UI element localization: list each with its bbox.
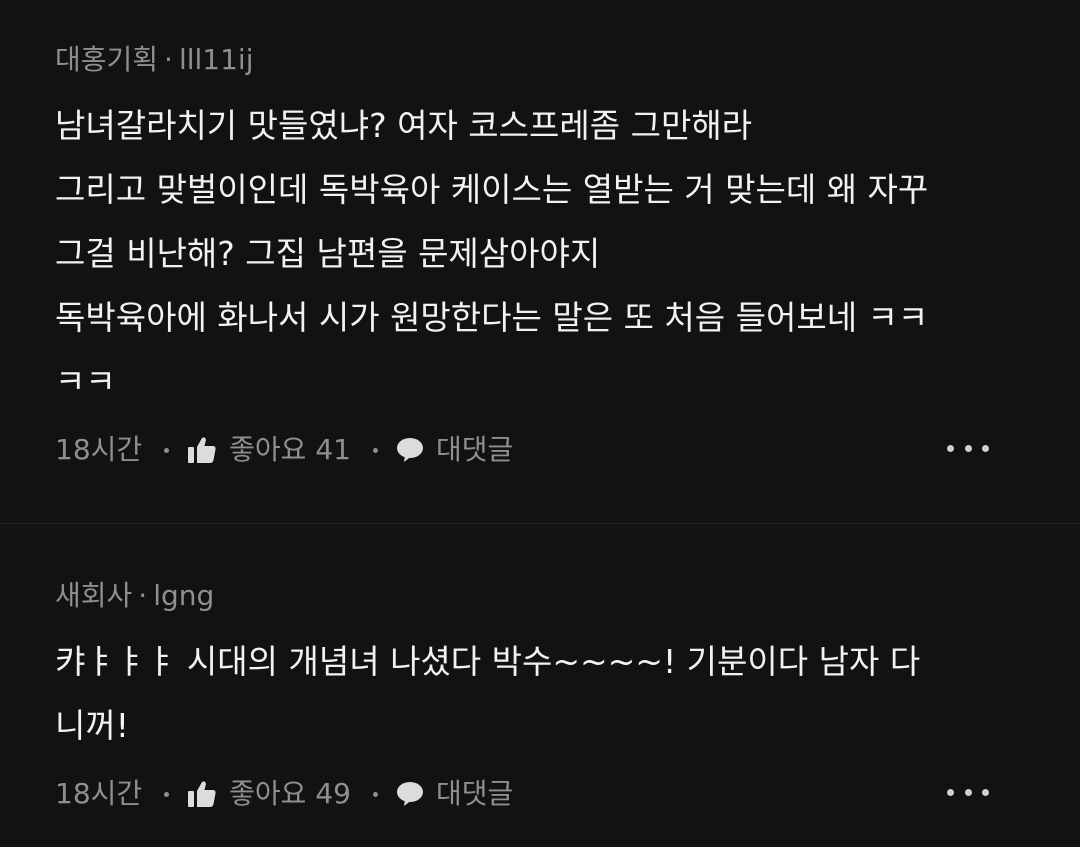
- more-dots-icon: [947, 788, 954, 796]
- like-count-label: 좋아요 41: [229, 433, 351, 466]
- thumbs-up-icon: [188, 781, 216, 807]
- meta-separator: ·: [164, 43, 173, 76]
- action-separator: [164, 447, 170, 453]
- comment-timestamp: 18시간: [55, 777, 143, 810]
- comment-line: 남녀갈라치기 맛들였냐? 여자 코스프레좀 그만해라: [55, 106, 753, 145]
- comment-line: 캬ㅑㅑㅑ 시대의 개념녀 나셨다 박수~~~~! 기분이다 남자 다: [55, 642, 921, 681]
- more-dots-icon: [982, 788, 989, 796]
- speech-bubble-icon: [396, 438, 423, 462]
- comment-author-line: 새회사 · lgng: [55, 576, 1040, 616]
- like-button[interactable]: 좋아요 41: [187, 428, 351, 472]
- comment-actions: 18시간 좋아요 41 대댓글: [55, 428, 1040, 472]
- more-dots-icon: [964, 444, 972, 452]
- reply-label: 대댓글: [435, 777, 514, 810]
- like-button[interactable]: 좋아요 49: [187, 772, 351, 816]
- comment-line: 그걸 비난해? 그집 남편을 문제삼아야지: [55, 234, 601, 273]
- reply-button[interactable]: 대댓글: [396, 428, 513, 472]
- comment-actions: 18시간 좋아요 49 대댓글: [55, 772, 1040, 816]
- action-separator: [164, 791, 170, 797]
- more-options-button[interactable]: [947, 442, 989, 454]
- like-count-label: 좋아요 49: [229, 777, 351, 810]
- more-dots-icon: [947, 444, 954, 452]
- speech-bubble-icon: [396, 782, 423, 806]
- author-username[interactable]: lll11ij: [179, 43, 254, 76]
- comment-card: 대홍기획 · lll11ij 남녀갈라치기 맛들였냐? 여자 코스프레좀 그만해라 …: [0, 0, 1080, 524]
- reply-label: 대댓글: [435, 433, 514, 466]
- comment-line: ㅋㅋ: [55, 362, 116, 401]
- comment-author-line: 대홍기획 · lll11ij: [55, 40, 1040, 80]
- more-dots-icon: [982, 444, 989, 452]
- comment-body: 캬ㅑㅑㅑ 시대의 개념녀 나셨다 박수~~~~! 기분이다 남자 다 니꺼!: [55, 630, 1040, 758]
- more-options-button[interactable]: [947, 786, 989, 798]
- comment-body: 남녀갈라치기 맛들였냐? 여자 코스프레좀 그만해라 그리고 맞벌이인데 독박육…: [55, 94, 1040, 414]
- comment-line: 독박육아에 화나서 시가 원망한다는 말은 또 처음 들어보네 ㅋㅋ: [55, 298, 929, 337]
- comment-card: 새회사 · lgng 캬ㅑㅑㅑ 시대의 개념녀 나셨다 박수~~~~! 기분이다 남…: [0, 524, 1080, 847]
- more-dots-icon: [964, 788, 972, 796]
- action-separator: [372, 791, 378, 797]
- author-username[interactable]: lgng: [153, 579, 214, 612]
- author-company: 새회사: [55, 579, 133, 612]
- action-separator: [372, 447, 378, 453]
- comment-line: 니꺼!: [55, 706, 129, 745]
- reply-button[interactable]: 대댓글: [396, 772, 513, 816]
- comment-timestamp: 18시간: [55, 433, 143, 466]
- thumbs-up-icon: [188, 437, 216, 463]
- author-company: 대홍기획: [55, 43, 159, 76]
- comment-line: 그리고 맞벌이인데 독박육아 케이스는 열받는 거 맞는데 왜 자꾸: [55, 170, 929, 209]
- meta-separator: ·: [138, 579, 148, 612]
